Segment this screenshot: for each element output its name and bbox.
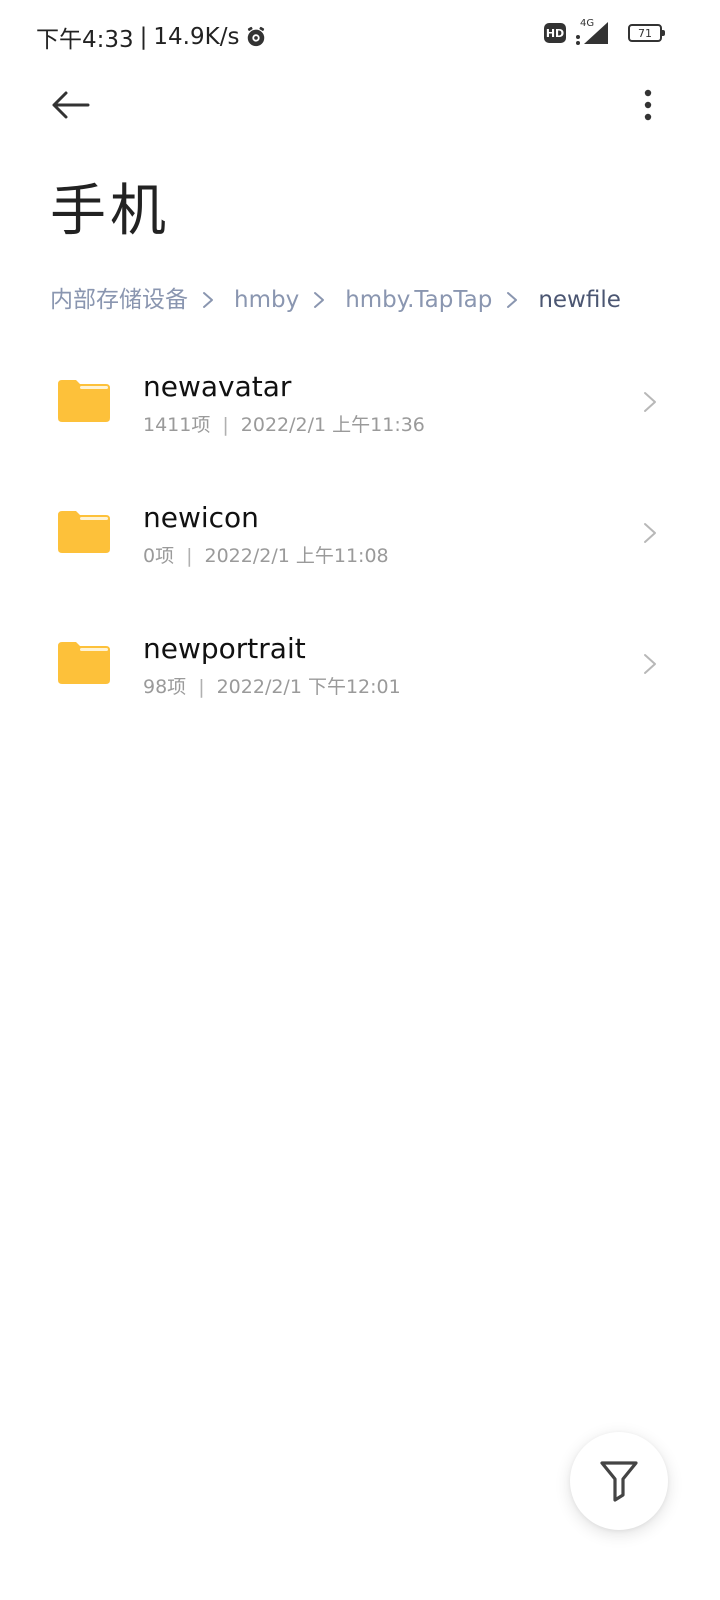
folder-icon [58, 642, 110, 684]
breadcrumb: 内部存储设备 hmby hmby.TapTap newfile [50, 282, 621, 318]
item-count: 1411项 [143, 414, 211, 436]
chevron-right-icon [313, 291, 327, 309]
folder-icon [58, 380, 110, 422]
filter-button[interactable] [570, 1432, 668, 1530]
hd-icon: HD [544, 23, 566, 43]
folder-row[interactable]: newicon 0项 | 2022/2/1 上午11:08 [0, 477, 720, 608]
more-vertical-icon [644, 89, 652, 121]
status-separator: | [139, 24, 148, 50]
meta-separator: | [186, 545, 193, 567]
breadcrumb-item[interactable]: hmby.TapTap [345, 282, 492, 318]
chevron-right-icon [506, 291, 520, 309]
page-title: 手机 [50, 179, 170, 244]
folder-row[interactable]: newavatar 1411项 | 2022/2/1 上午11:36 [0, 346, 720, 477]
status-left: 下午4:33 | 14.9K/s [36, 20, 267, 54]
alarm-icon [248, 26, 265, 47]
folder-name: newavatar [143, 370, 292, 403]
breadcrumb-item[interactable]: 内部存储设备 [50, 282, 188, 318]
modified-date: 2022/2/1 上午11:08 [204, 545, 389, 567]
file-list: newavatar 1411项 | 2022/2/1 上午11:36 newicon… [0, 346, 720, 739]
battery-icon: 71 [628, 24, 665, 42]
folder-name: newicon [143, 501, 259, 534]
meta-separator: | [222, 414, 229, 436]
chevron-right-icon [644, 523, 656, 543]
item-count: 98项 [143, 676, 187, 698]
breadcrumb-item[interactable]: hmby [234, 282, 299, 318]
chevron-right-icon [644, 654, 656, 674]
breadcrumb-current[interactable]: newfile [538, 282, 621, 318]
meta-separator: | [198, 676, 205, 698]
more-options-button[interactable] [636, 82, 660, 128]
folder-icon [58, 511, 110, 553]
folder-name: newportrait [143, 632, 306, 665]
chevron-right-icon [202, 291, 216, 309]
status-bar: 下午4:33 | 14.9K/s HD 4G 71 [0, 0, 720, 66]
item-count: 0项 [143, 545, 175, 567]
signal-icon: 4G [574, 18, 610, 46]
back-button[interactable] [44, 82, 96, 128]
battery-level: 71 [638, 26, 652, 40]
modified-date: 2022/2/1 下午12:01 [216, 676, 401, 698]
folder-meta: 1411项 | 2022/2/1 上午11:36 [143, 410, 425, 437]
chevron-right-icon [644, 392, 656, 412]
folder-row[interactable]: newportrait 98项 | 2022/2/1 下午12:01 [0, 608, 720, 739]
filter-icon [600, 1461, 638, 1502]
status-time: 下午4:33 [36, 27, 134, 53]
status-right: HD 4G 71 [544, 18, 665, 46]
back-arrow-icon [52, 91, 90, 119]
modified-date: 2022/2/1 上午11:36 [240, 414, 425, 436]
network-speed: 14.9K/s [153, 24, 240, 50]
folder-meta: 0项 | 2022/2/1 上午11:08 [143, 541, 389, 568]
folder-meta: 98项 | 2022/2/1 下午12:01 [143, 672, 401, 699]
